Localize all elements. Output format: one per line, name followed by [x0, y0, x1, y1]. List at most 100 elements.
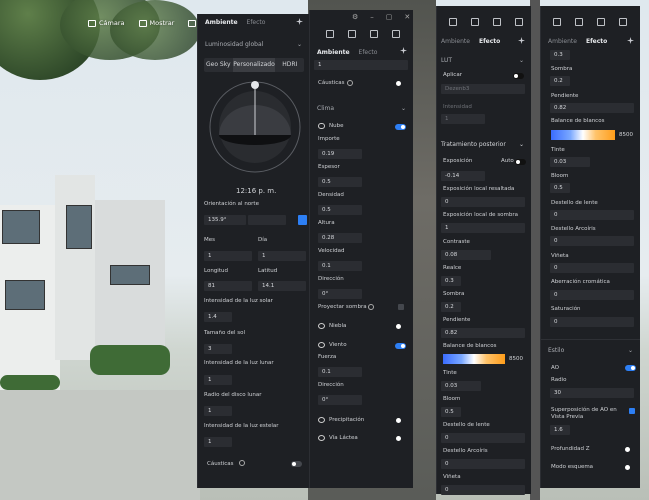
- intensidad-field[interactable]: 1: [441, 114, 485, 124]
- destello-field[interactable]: 0: [441, 433, 525, 443]
- camera-button[interactable]: Cámara: [88, 19, 125, 27]
- more-button[interactable]: [188, 19, 197, 27]
- superposicion-checkbox[interactable]: [629, 408, 635, 414]
- velocidad-field[interactable]: 0.1: [318, 261, 362, 271]
- tinte-field[interactable]: 0.03: [550, 157, 590, 167]
- radio-field[interactable]: 30: [550, 388, 634, 398]
- box-icon[interactable]: [619, 18, 627, 26]
- densidad-field[interactable]: 0.5: [318, 205, 362, 215]
- section-header-post[interactable]: Tratamiento posterior ⌄: [434, 136, 531, 152]
- edit-icon[interactable]: [553, 18, 561, 26]
- section-header-estilo[interactable]: Estilo ⌄: [541, 342, 640, 358]
- destello-field[interactable]: 0: [550, 210, 634, 220]
- altura-field[interactable]: 0.28: [318, 233, 362, 243]
- sky-mode-custom[interactable]: Personalizado: [232, 58, 276, 72]
- niebla-toggle[interactable]: [396, 324, 401, 329]
- box-icon[interactable]: [515, 18, 523, 26]
- box-icon[interactable]: [392, 30, 400, 38]
- settings-icon[interactable]: ⚙: [352, 13, 358, 21]
- sparkle-icon[interactable]: [518, 37, 525, 44]
- tab-effect[interactable]: Efecto: [359, 49, 378, 56]
- arcoiris-field[interactable]: 0: [550, 236, 634, 246]
- tinte-field[interactable]: 0.03: [441, 381, 481, 391]
- moon-radius-field[interactable]: 1: [204, 406, 232, 416]
- camera-icon[interactable]: [575, 18, 583, 26]
- top-field[interactable]: 0.3: [550, 50, 570, 60]
- sky-mode-hdri[interactable]: HDRI: [275, 58, 304, 72]
- pendiente-field[interactable]: 0.82: [550, 103, 634, 113]
- viento-toggle[interactable]: [395, 343, 406, 349]
- sparkle-icon[interactable]: [627, 37, 634, 44]
- close-icon[interactable]: ✕: [404, 13, 410, 21]
- north-slider[interactable]: [248, 215, 286, 225]
- show-button[interactable]: Mostrar: [138, 19, 174, 27]
- sky-mode-geo[interactable]: Geo Sky: [204, 58, 233, 72]
- star-intensity-field[interactable]: 1: [204, 437, 232, 447]
- bloom-field[interactable]: 0.5: [441, 407, 461, 417]
- latitude-field[interactable]: 14.1: [258, 281, 306, 291]
- proyectar-sombra-checkbox[interactable]: [398, 304, 404, 310]
- lut-select[interactable]: Dezenb3: [441, 84, 525, 94]
- auto-toggle[interactable]: [515, 159, 526, 165]
- sun-size-field[interactable]: 3: [204, 344, 232, 354]
- top-field[interactable]: 1: [314, 60, 408, 70]
- day-field[interactable]: 1: [258, 251, 306, 261]
- maximize-icon[interactable]: ▢: [386, 13, 393, 21]
- balance-gradient[interactable]: [443, 354, 505, 364]
- tab-effect[interactable]: Efecto: [586, 38, 607, 45]
- section-header-clima[interactable]: Clima ⌄: [310, 100, 413, 116]
- longitude-field[interactable]: 81: [204, 281, 252, 291]
- profundidad-toggle[interactable]: [625, 447, 630, 452]
- video-icon[interactable]: [597, 18, 605, 26]
- video-icon[interactable]: [370, 30, 378, 38]
- importe-field[interactable]: 0.19: [318, 149, 362, 159]
- sombra-field[interactable]: 0.2: [550, 76, 570, 86]
- tab-ambient[interactable]: Ambiente: [205, 19, 238, 26]
- caustics-toggle[interactable]: [291, 461, 302, 467]
- sparkle-icon[interactable]: [400, 47, 407, 54]
- section-header-lut[interactable]: LUT ⌄: [434, 52, 531, 68]
- ao-toggle[interactable]: [625, 365, 636, 371]
- north-picker-button[interactable]: [298, 215, 307, 225]
- caustics-toggle[interactable]: [396, 81, 401, 86]
- arcoiris-field[interactable]: 0: [441, 459, 525, 469]
- tab-ambient[interactable]: Ambiente: [548, 38, 577, 45]
- fuerza-field[interactable]: 0.1: [318, 367, 362, 377]
- help-icon[interactable]: [347, 80, 353, 86]
- camera-icon[interactable]: [471, 18, 479, 26]
- help-icon[interactable]: [368, 304, 374, 310]
- sparkle-icon[interactable]: [296, 18, 303, 25]
- nube-toggle[interactable]: [395, 124, 406, 130]
- contraste-field[interactable]: 0.08: [441, 250, 491, 260]
- aplicar-toggle[interactable]: [513, 73, 524, 79]
- esquema-toggle[interactable]: [625, 465, 630, 470]
- pendiente-field[interactable]: 0.82: [441, 328, 525, 338]
- via-lactea-toggle[interactable]: [396, 436, 401, 441]
- video-icon[interactable]: [493, 18, 501, 26]
- help-icon[interactable]: [239, 460, 245, 466]
- direccion-field[interactable]: 0°: [318, 289, 362, 299]
- sun-intensity-field[interactable]: 1.4: [204, 312, 232, 322]
- minimize-icon[interactable]: –: [370, 13, 374, 21]
- moon-intensity-field[interactable]: 1: [204, 375, 232, 385]
- saturacion-field[interactable]: 0: [550, 317, 634, 327]
- month-field[interactable]: 1: [204, 251, 252, 261]
- tab-effect[interactable]: Efecto: [247, 19, 266, 26]
- precipitacion-toggle[interactable]: [396, 418, 401, 423]
- vineta-field[interactable]: 0: [550, 263, 634, 273]
- realce-field[interactable]: 0.3: [441, 276, 461, 286]
- direccion2-field[interactable]: 0°: [318, 395, 362, 405]
- exp-shadow-field[interactable]: 1: [441, 223, 525, 233]
- exp-highlight-field[interactable]: 0: [441, 197, 525, 207]
- sun-position-dial[interactable]: [208, 80, 302, 174]
- tab-ambient[interactable]: Ambiente: [441, 38, 470, 45]
- edit-icon[interactable]: [449, 18, 457, 26]
- vineta-field[interactable]: 0: [441, 485, 525, 495]
- superposicion-field[interactable]: 1.6: [550, 425, 570, 435]
- aberracion-field[interactable]: 0: [550, 290, 634, 300]
- exposicion-field[interactable]: -0.14: [441, 171, 485, 181]
- bloom-field[interactable]: 0.5: [550, 183, 570, 193]
- tab-effect[interactable]: Efecto: [479, 38, 500, 45]
- edit-icon[interactable]: [326, 30, 334, 38]
- balance-gradient[interactable]: [551, 130, 615, 140]
